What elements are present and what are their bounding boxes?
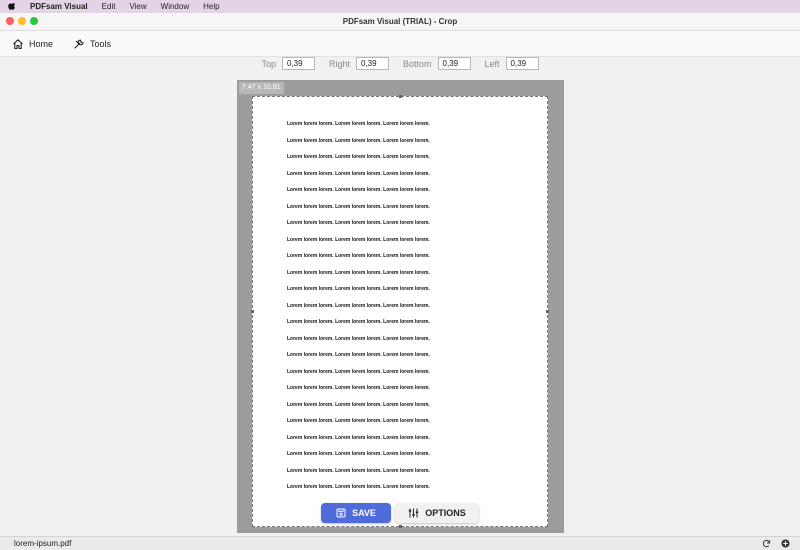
page-crop-area[interactable]: Lorem lorem lorem. Lorem lorem lorem. Lo…: [251, 95, 549, 528]
crop-left-field: Left 0,39: [485, 57, 539, 70]
window-titlebar: PDFsam Visual (TRIAL) - Crop: [0, 13, 800, 31]
menu-bar: PDFsam Visual Edit View Window Help: [0, 0, 800, 13]
crop-right-label: Right: [328, 58, 350, 69]
tools-button[interactable]: Tools: [73, 38, 111, 50]
crop-top-field: Top 0,39: [261, 57, 315, 70]
page-text-line: Lorem lorem lorem. Lorem lorem lorem. Lo…: [287, 154, 430, 160]
crop-bottom-input[interactable]: 0,39: [437, 57, 471, 70]
page-text-line: Lorem lorem lorem. Lorem lorem lorem. Lo…: [287, 236, 430, 243]
crop-top-input[interactable]: 0,39: [281, 57, 315, 70]
window-title: PDFsam Visual (TRIAL) - Crop: [342, 17, 458, 26]
menu-app-name[interactable]: PDFsam Visual: [30, 2, 88, 11]
menu-window[interactable]: Window: [161, 2, 189, 11]
page-text-line: Lorem lorem lorem. Lorem lorem lorem. Lo…: [287, 187, 430, 193]
crop-handle-right[interactable]: [546, 310, 549, 313]
main-toolbar: Home Tools: [0, 31, 800, 57]
home-icon: [13, 38, 23, 49]
tools-label: Tools: [90, 38, 112, 49]
crop-right-input[interactable]: 0,39: [356, 57, 389, 70]
crop-handle-bottom[interactable]: [399, 525, 402, 528]
page-preview-frame: 7.47 x 10.91 Lorem lorem lorem. Lorem lo…: [237, 80, 564, 533]
page-text-line: Lorem lorem lorem. Lorem lorem lorem. Lo…: [287, 434, 430, 441]
home-label: Home: [29, 38, 54, 49]
page-text-line: Lorem lorem lorem. Lorem lorem lorem. Lo…: [287, 121, 430, 127]
zoom-window-button[interactable]: [30, 17, 38, 25]
page-text-line: Lorem lorem lorem. Lorem lorem lorem. Lo…: [287, 203, 430, 210]
page-text-line: Lorem lorem lorem. Lorem lorem lorem. Lo…: [287, 352, 430, 358]
page-text-line: Lorem lorem lorem. Lorem lorem lorem. Lo…: [287, 335, 430, 342]
save-label: SAVE: [352, 508, 376, 518]
crop-bottom-field: Bottom 0,39: [403, 57, 471, 70]
crop-top-label: Top: [261, 58, 276, 69]
crop-handle-top[interactable]: [399, 95, 402, 98]
refresh-icon[interactable]: [762, 539, 771, 548]
page-text-line: Lorem lorem lorem. Lorem lorem lorem. Lo…: [287, 319, 430, 325]
page-text-line: Lorem lorem lorem. Lorem lorem lorem. Lo…: [287, 385, 430, 391]
current-filename: lorem-ipsum.pdf: [14, 539, 72, 548]
page-text-line: Lorem lorem lorem. Lorem lorem lorem. Lo…: [287, 286, 430, 292]
page-text-line: Lorem lorem lorem. Lorem lorem lorem. Lo…: [287, 467, 430, 474]
page-text-line: Lorem lorem lorem. Lorem lorem lorem. Lo…: [287, 137, 430, 144]
crop-right-field: Right 0,39: [329, 57, 389, 70]
crop-left-label: Left: [484, 58, 500, 69]
page-size-badge: 7.47 x 10.91: [239, 82, 284, 94]
page-text-lines: Lorem lorem lorem. Lorem lorem lorem. Lo…: [287, 120, 430, 500]
save-button[interactable]: SAVE: [321, 503, 391, 523]
page-text-line: Lorem lorem lorem. Lorem lorem lorem. Lo…: [287, 269, 430, 276]
status-bar: lorem-ipsum.pdf: [0, 536, 800, 550]
options-label: OPTIONS: [425, 508, 466, 518]
page-text-line: Lorem lorem lorem. Lorem lorem lorem. Lo…: [287, 418, 430, 424]
menu-edit[interactable]: Edit: [102, 2, 116, 11]
page-text-line: Lorem lorem lorem. Lorem lorem lorem. Lo…: [287, 368, 430, 375]
menu-view[interactable]: View: [129, 2, 146, 11]
crop-left-input[interactable]: 0,39: [505, 57, 539, 70]
page-text-line: Lorem lorem lorem. Lorem lorem lorem. Lo…: [287, 401, 430, 408]
menu-help[interactable]: Help: [203, 2, 219, 11]
page-text-line: Lorem lorem lorem. Lorem lorem lorem. Lo…: [287, 484, 430, 490]
options-button[interactable]: OPTIONS: [395, 503, 479, 523]
page-text-line: Lorem lorem lorem. Lorem lorem lorem. Lo…: [287, 302, 430, 309]
home-button[interactable]: Home: [12, 38, 53, 50]
traffic-lights: [6, 17, 38, 25]
page-text-line: Lorem lorem lorem. Lorem lorem lorem. Lo…: [287, 451, 430, 457]
minimize-window-button[interactable]: [18, 17, 26, 25]
sliders-icon: [409, 508, 419, 518]
add-circle-icon[interactable]: [781, 539, 790, 548]
page-text-line: Lorem lorem lorem. Lorem lorem lorem. Lo…: [287, 220, 430, 226]
crop-handle-left[interactable]: [251, 310, 254, 313]
page-text-line: Lorem lorem lorem. Lorem lorem lorem. Lo…: [287, 253, 430, 259]
page-text-line: Lorem lorem lorem. Lorem lorem lorem. Lo…: [287, 170, 430, 177]
save-icon: [336, 508, 346, 518]
crop-margins-row: Top 0,39 Right 0,39 Bottom 0,39 Left 0,3…: [0, 56, 800, 71]
tools-icon: [74, 38, 84, 49]
crop-bottom-label: Bottom: [403, 58, 432, 69]
close-window-button[interactable]: [6, 17, 14, 25]
apple-icon[interactable]: [8, 2, 20, 11]
